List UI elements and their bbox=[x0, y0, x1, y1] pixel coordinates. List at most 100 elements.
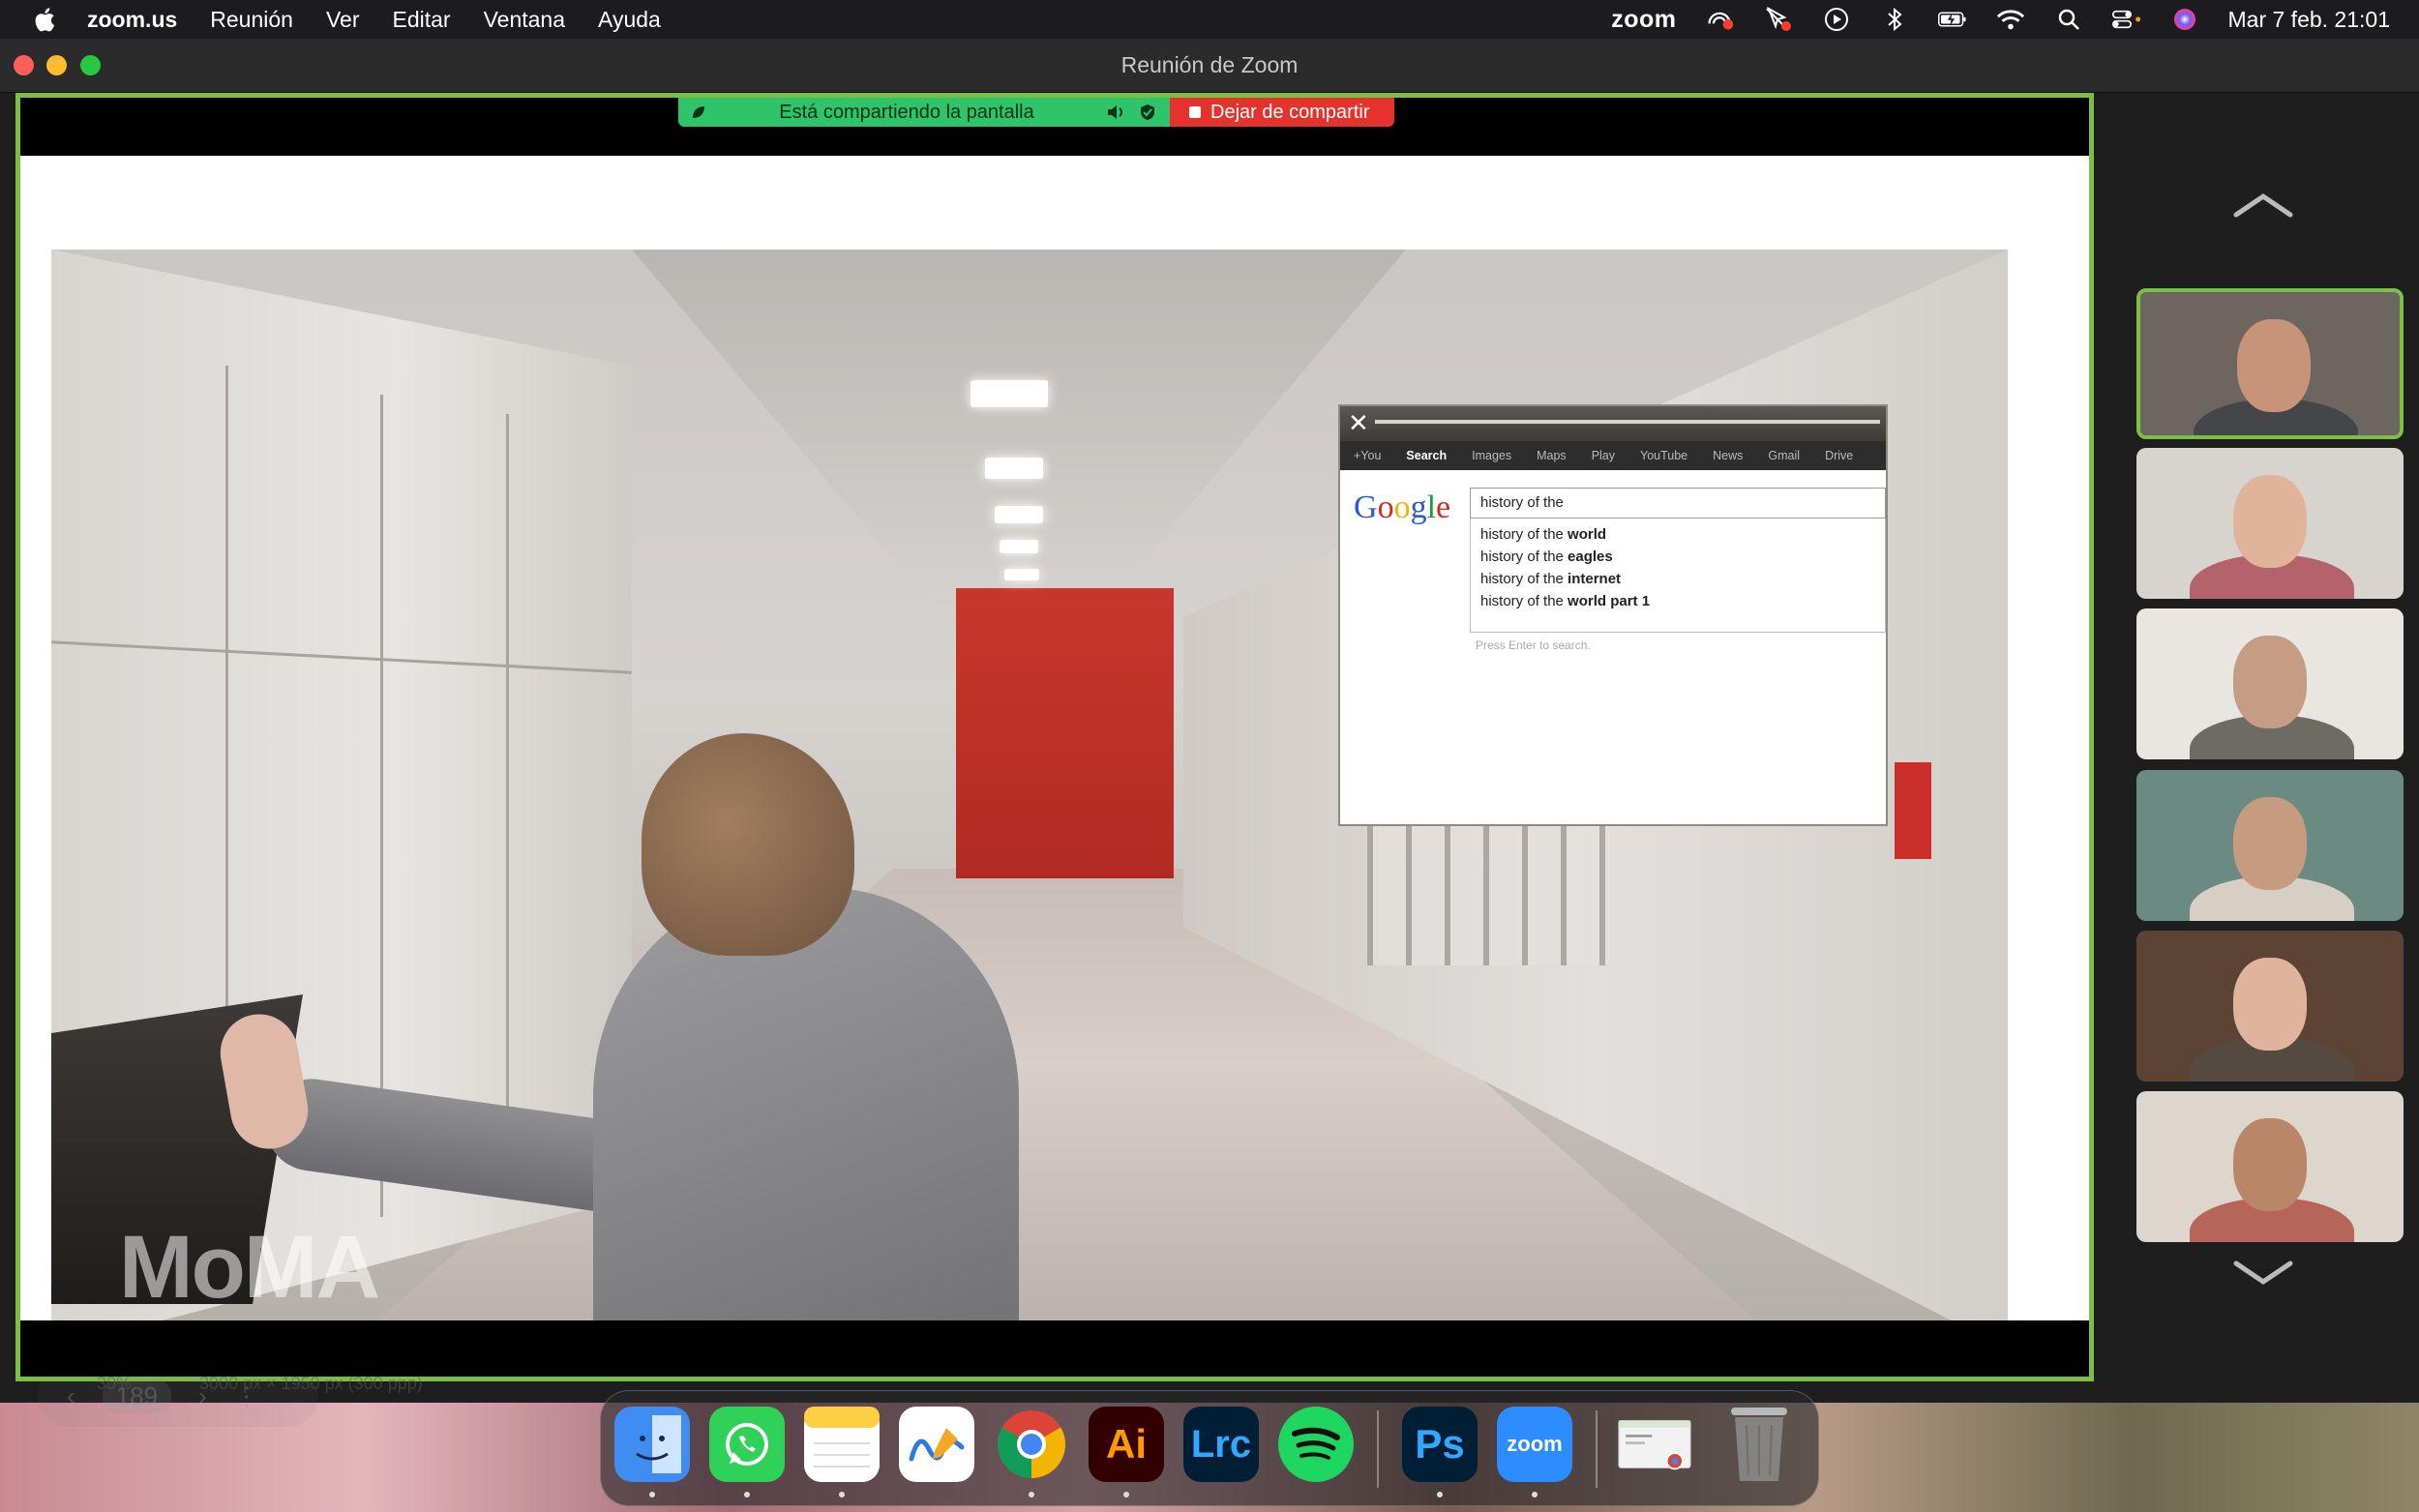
sharing-banner: Está compartiendo la pantalla Dejar de c… bbox=[678, 98, 1394, 127]
shared-screen-frame: Está compartiendo la pantalla Dejar de c… bbox=[15, 93, 2094, 1427]
google-nav-item: News bbox=[1713, 449, 1744, 462]
running-indicator bbox=[839, 1492, 845, 1497]
video-still: MoMA ✕ +You Search Images Maps Play YouT… bbox=[51, 250, 2008, 1349]
dock-zoom-icon[interactable]: zoom bbox=[1497, 1407, 1572, 1482]
menu-bar-clock[interactable]: Mar 7 feb. 21:01 bbox=[2228, 7, 2391, 33]
google-nav-item: Drive bbox=[1825, 449, 1854, 462]
menu-editar[interactable]: Editar bbox=[393, 7, 451, 33]
close-icon: ✕ bbox=[1348, 408, 1369, 437]
menu-ver[interactable]: Ver bbox=[326, 7, 360, 33]
apple-icon[interactable] bbox=[31, 5, 60, 34]
google-overlay-strip bbox=[1375, 420, 1880, 424]
chevron-up-icon[interactable] bbox=[2229, 186, 2297, 224]
presentation-slide: MoMA ✕ +You Search Images Maps Play YouT… bbox=[20, 156, 2089, 1427]
search-icon[interactable] bbox=[2054, 7, 2083, 32]
google-search-overlay: ✕ +You Search Images Maps Play YouTube N… bbox=[1338, 404, 1888, 826]
google-nav-item: Images bbox=[1472, 449, 1512, 462]
participant-video-tile[interactable] bbox=[2136, 1091, 2404, 1242]
menu-ayuda[interactable]: Ayuda bbox=[598, 7, 661, 33]
participant-video-tile[interactable] bbox=[2136, 931, 2404, 1082]
google-suggestion: history of the internet bbox=[1480, 571, 1622, 587]
video-person-hair bbox=[642, 733, 854, 956]
google-logo: Google bbox=[1354, 489, 1451, 525]
dock-notes-icon[interactable] bbox=[804, 1407, 880, 1482]
dock-minimized-window-icon[interactable] bbox=[1617, 1407, 1692, 1482]
tile-person-head bbox=[2233, 958, 2307, 1051]
running-indicator bbox=[1123, 1492, 1129, 1497]
tile-person-head bbox=[2233, 797, 2307, 890]
chevron-down-icon[interactable] bbox=[2229, 1254, 2297, 1292]
sharing-status-pill[interactable]: Está compartiendo la pantalla bbox=[678, 98, 1170, 127]
google-suggestion: history of the eagles bbox=[1480, 548, 1613, 565]
google-nav-item: +You bbox=[1354, 449, 1382, 462]
speaker-icon[interactable] bbox=[1106, 104, 1125, 121]
dock-separator bbox=[1377, 1410, 1379, 1488]
google-search-hint: Press Enter to search. bbox=[1476, 638, 1591, 652]
dock-spotify-icon[interactable] bbox=[1278, 1407, 1354, 1482]
participant-video-tile[interactable] bbox=[2136, 770, 2404, 921]
share-letterbox-bottom bbox=[20, 1320, 2089, 1377]
wifi-icon[interactable] bbox=[1996, 7, 2025, 32]
chevron-left-icon[interactable]: ‹ bbox=[67, 1381, 75, 1411]
dock-separator bbox=[1596, 1410, 1598, 1488]
menu-app-name[interactable]: zoom.us bbox=[87, 7, 177, 33]
running-indicator bbox=[1532, 1492, 1538, 1497]
google-nav-item: YouTube bbox=[1640, 449, 1688, 462]
google-nav-item: Maps bbox=[1537, 449, 1567, 462]
video-red-door bbox=[956, 588, 1174, 878]
stop-sharing-button[interactable]: Dejar de compartir bbox=[1170, 98, 1394, 127]
dock-lightroom-icon[interactable]: Lrc bbox=[1183, 1407, 1259, 1482]
lightroom-label: Lrc bbox=[1190, 1422, 1252, 1466]
zoom-label: zoom bbox=[1507, 1432, 1563, 1456]
google-suggestion: history of the world part 1 bbox=[1480, 593, 1651, 609]
dock-finder-icon[interactable] bbox=[614, 1407, 690, 1482]
stop-square-icon bbox=[1189, 106, 1201, 118]
dock-illustrator-icon[interactable]: Ai bbox=[1089, 1407, 1164, 1482]
siri-icon[interactable] bbox=[2170, 7, 2199, 32]
illustrator-label: Ai bbox=[1106, 1421, 1147, 1467]
cursor-icon[interactable] bbox=[1764, 7, 1793, 32]
sharing-status-label: Está compartiendo la pantalla bbox=[779, 101, 1034, 123]
window-titlebar: Reunión de Zoom bbox=[0, 39, 2419, 93]
zoom-status-item[interactable]: zoom bbox=[1611, 6, 1676, 34]
google-search-box: history of the bbox=[1470, 488, 1886, 519]
google-nav-item-selected: Search bbox=[1406, 449, 1448, 462]
window-title: Reunión de Zoom bbox=[1120, 52, 1299, 77]
tile-person-head bbox=[2233, 636, 2307, 728]
shield-icon[interactable] bbox=[1139, 104, 1156, 121]
play-circle-icon[interactable] bbox=[1822, 7, 1851, 32]
moma-watermark: MoMA bbox=[119, 1218, 380, 1317]
video-warning-sign bbox=[1895, 762, 1931, 859]
control-center-icon[interactable] bbox=[2111, 7, 2141, 32]
menu-bar: zoom.us Reunión Ver Editar Ventana Ayuda… bbox=[0, 0, 2419, 39]
dock: Ai Lrc Ps zoom bbox=[600, 1390, 1819, 1506]
running-indicator bbox=[649, 1492, 655, 1497]
stop-sharing-label: Dejar de compartir bbox=[1210, 101, 1370, 123]
participant-video-tile[interactable] bbox=[2136, 288, 2404, 439]
participant-video-tile[interactable] bbox=[2136, 608, 2404, 759]
photoshop-label: Ps bbox=[1415, 1421, 1465, 1467]
running-indicator bbox=[1437, 1492, 1443, 1497]
google-overlay-header: ✕ bbox=[1340, 406, 1886, 441]
locker-seam bbox=[506, 414, 509, 1188]
dock-chrome-icon[interactable] bbox=[994, 1407, 1069, 1482]
participants-panel bbox=[2109, 93, 2419, 1403]
screen-share-status-icon[interactable] bbox=[1706, 7, 1735, 32]
dock-photoshop-icon[interactable]: Ps bbox=[1402, 1407, 1478, 1482]
tile-person-head bbox=[2233, 475, 2307, 568]
ceiling-light bbox=[1000, 540, 1038, 553]
dock-whatsapp-icon[interactable] bbox=[709, 1407, 785, 1482]
dock-trash-icon[interactable] bbox=[1721, 1407, 1797, 1482]
participant-video-tile[interactable] bbox=[2136, 448, 2404, 599]
menu-reunion[interactable]: Reunión bbox=[210, 7, 293, 33]
ceiling-light bbox=[995, 506, 1043, 523]
running-indicator bbox=[744, 1492, 750, 1497]
dock-freeform-icon[interactable] bbox=[899, 1407, 974, 1482]
google-suggestion: history of the world bbox=[1480, 526, 1607, 543]
menu-ventana[interactable]: Ventana bbox=[484, 7, 565, 33]
bluetooth-icon[interactable] bbox=[1880, 7, 1909, 32]
background-status-text: 30% 3000 px × 1950 px (300 ppp) bbox=[97, 1374, 423, 1393]
sharing-leaf-icon bbox=[693, 106, 704, 118]
ceiling-light bbox=[985, 458, 1043, 479]
battery-icon[interactable] bbox=[1937, 7, 1967, 32]
